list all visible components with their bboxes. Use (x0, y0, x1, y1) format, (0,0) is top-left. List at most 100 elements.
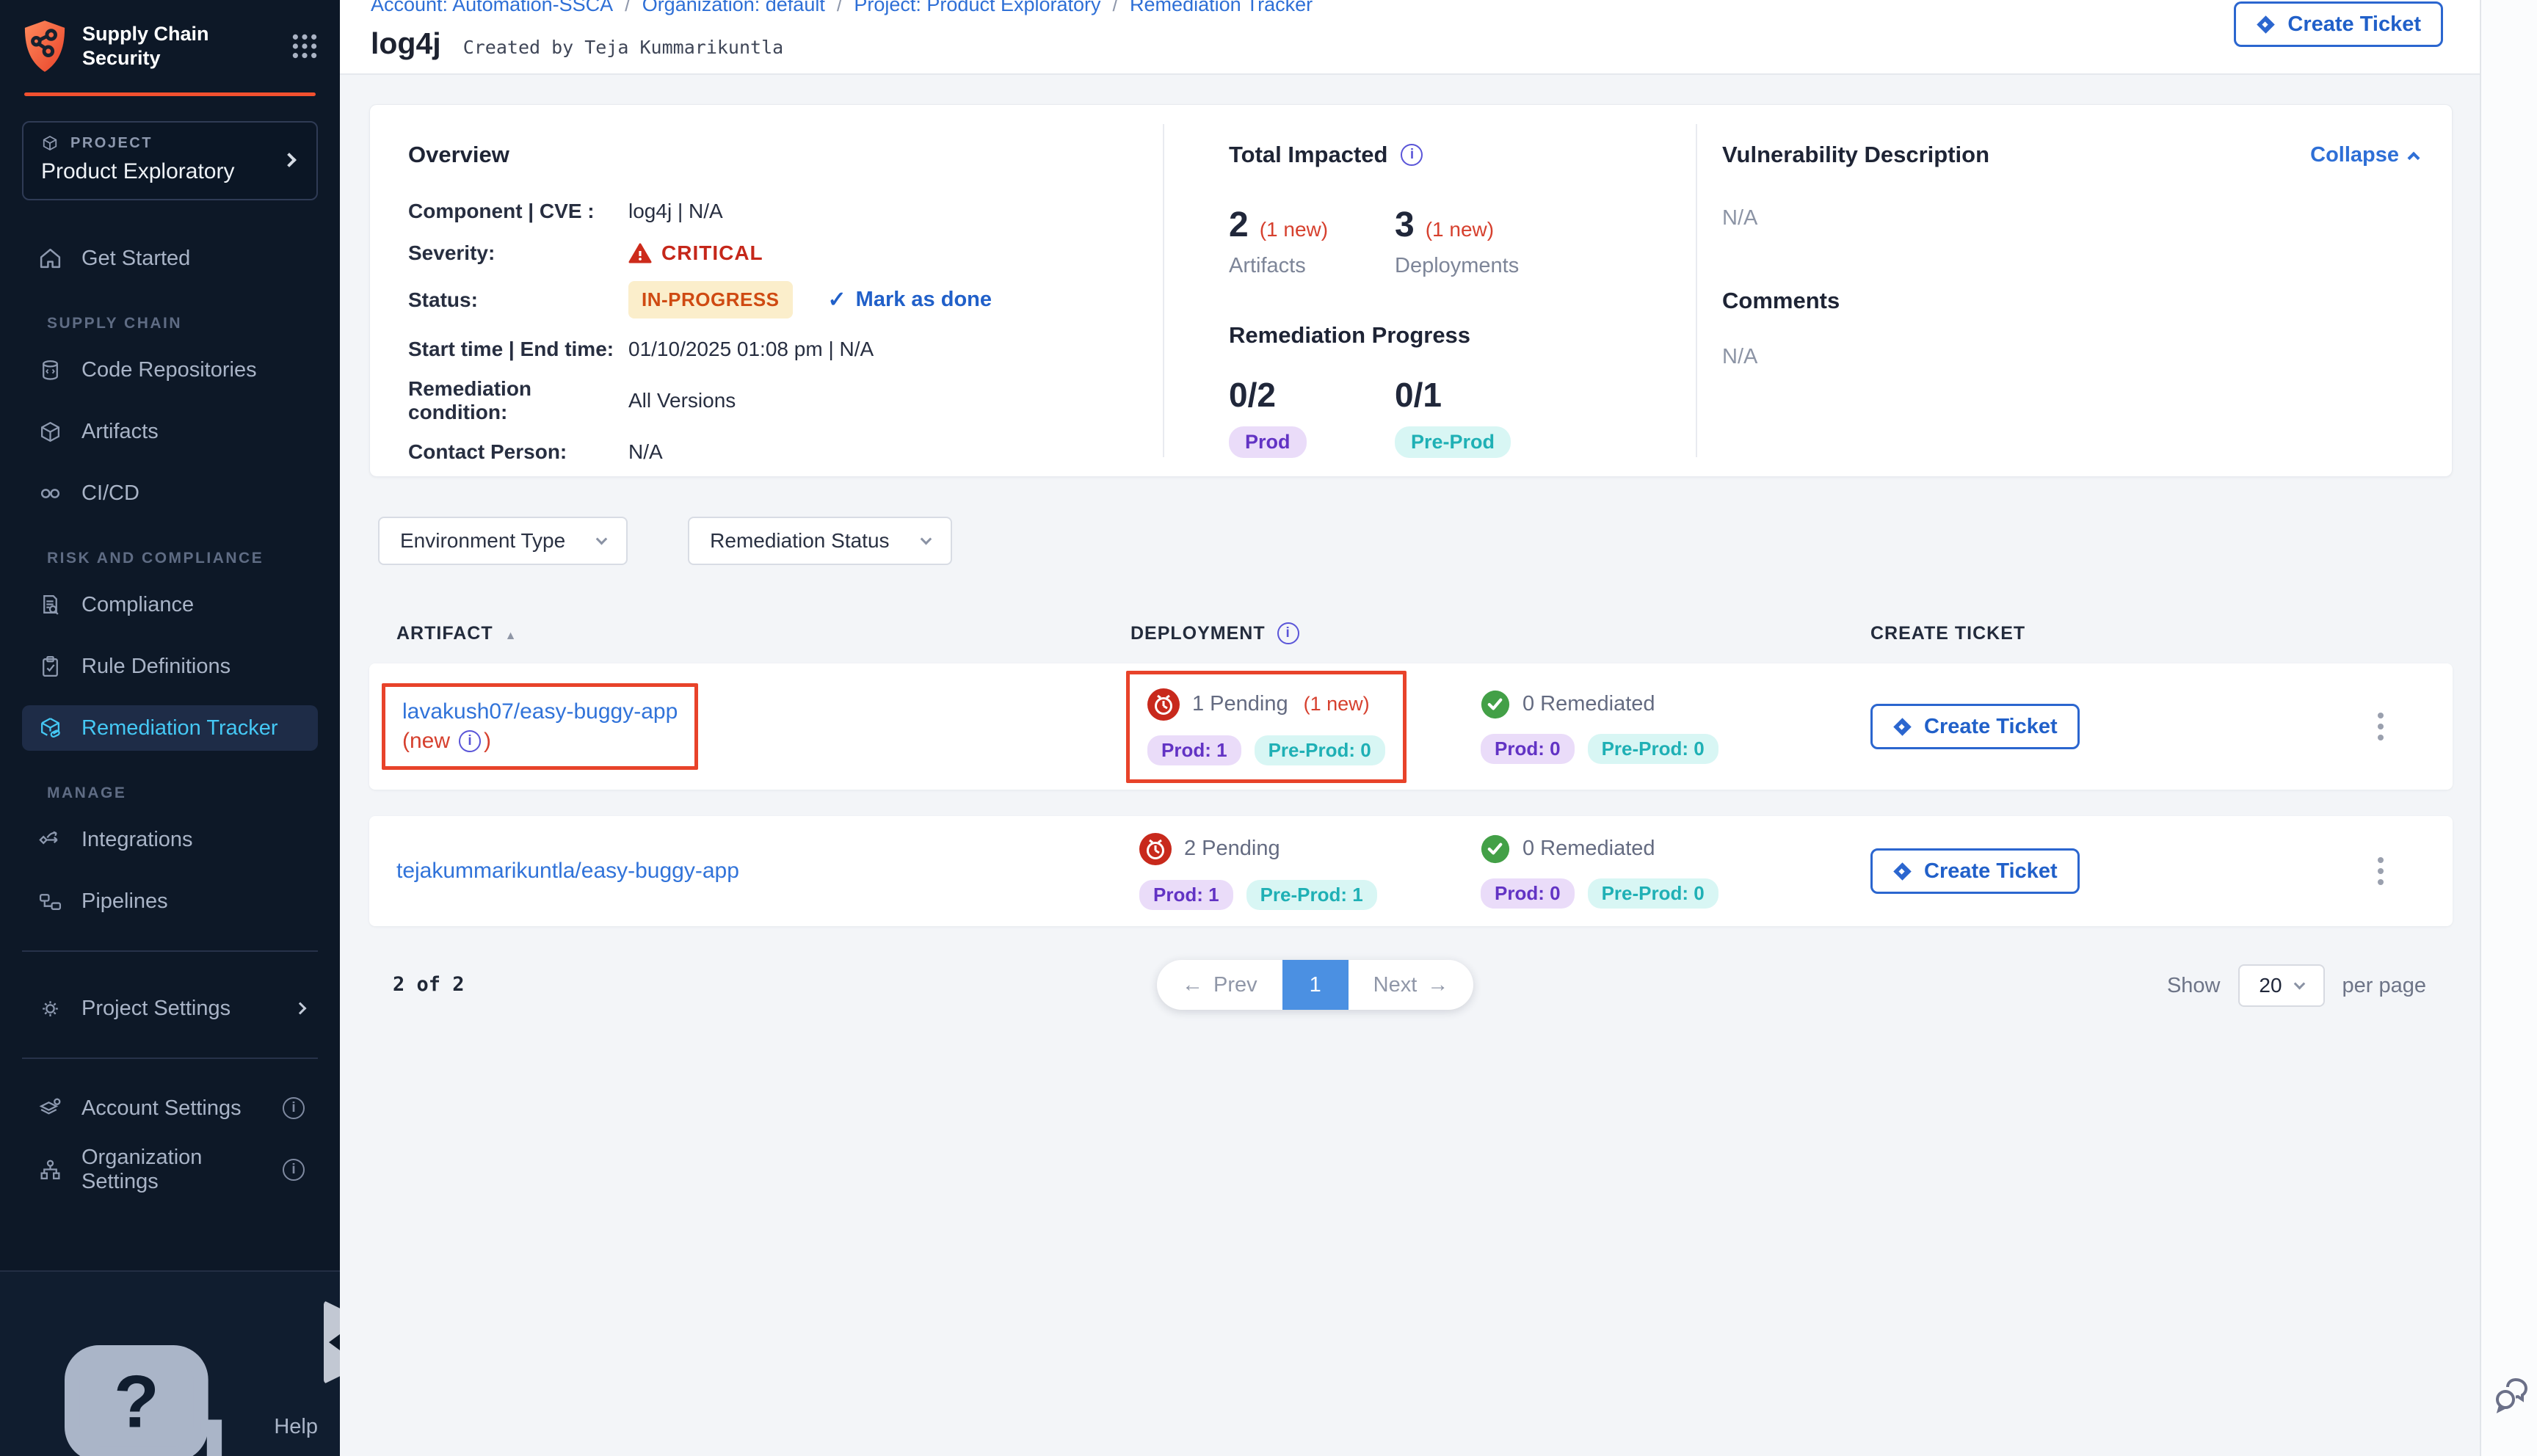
chevron-down-icon (920, 533, 932, 545)
remediated-count: 0 Remediated (1522, 692, 1655, 716)
table-body: lavakush07/easy-buggy-app (new ) (369, 663, 2453, 926)
breadcrumb-project[interactable]: Project: Product Exploratory (854, 0, 1100, 15)
artifact-column-header[interactable]: ARTIFACT (369, 623, 1130, 644)
sidebar-item-pipelines[interactable]: Pipelines (22, 878, 318, 924)
deployments-new-count: (1 new) (1426, 218, 1494, 241)
support-chat-icon[interactable] (2493, 1377, 2531, 1416)
breadcrumb-current[interactable]: Remediation Tracker (1130, 0, 1313, 15)
chevron-right-icon (294, 1002, 307, 1015)
deployments-count: 3 (1395, 205, 1415, 245)
help-button[interactable]: ? Help (38, 1319, 318, 1456)
pipeline-icon (38, 889, 62, 914)
breadcrumb: Account: Automation-SSCA/Organization: d… (371, 0, 1313, 16)
breadcrumb-account[interactable]: Account: Automation-SSCA (371, 0, 613, 15)
collapse-button[interactable]: Collapse (2310, 143, 2418, 167)
prod-progress-stat: 0/2 Prod (1229, 375, 1395, 458)
info-icon[interactable] (459, 730, 481, 752)
help-label: Help (274, 1415, 318, 1439)
info-icon[interactable] (283, 1159, 305, 1181)
vulnerability-description-title: Vulnerability Description (1722, 142, 1989, 168)
status-badge: IN-PROGRESS (628, 281, 793, 318)
page-size-select[interactable]: 20 (2238, 964, 2325, 1007)
create-ticket-column-header: CREATE TICKET (1870, 623, 2025, 644)
artifact-link[interactable]: lavakush07/easy-buggy-app (402, 699, 678, 724)
sidebar-item-account-settings[interactable]: Account Settings (22, 1085, 318, 1131)
sidebar-nav: Get Started SUPPLY CHAIN Code Repositori… (0, 236, 340, 1209)
sidebar-item-get-started[interactable]: Get Started (22, 236, 318, 281)
page-1-button[interactable]: 1 (1282, 960, 1349, 1010)
prod-count-badge: Prod: 0 (1481, 734, 1575, 764)
sidebar-item-rule-definitions[interactable]: Rule Definitions (22, 644, 318, 689)
chat-question-icon: ? (38, 1319, 255, 1456)
pending-count: 2 Pending (1184, 837, 1280, 861)
comments-value: N/A (1722, 345, 2418, 369)
sidebar-item-artifacts[interactable]: Artifacts (22, 409, 318, 454)
new-flag-open: (new (402, 729, 450, 754)
sidebar-item-project-settings[interactable]: Project Settings (22, 986, 318, 1031)
remediated-cell: 0 Remediated Prod: 0 Pre-Prod: 0 (1470, 690, 1870, 764)
row-menu-kebab-icon[interactable] (2370, 705, 2391, 748)
collapse-left-icon (329, 1334, 340, 1350)
artifact-link[interactable]: tejakummarikuntla/easy-buggy-app (396, 859, 739, 884)
artifacts-new-count: (1 new) (1260, 218, 1328, 241)
svg-text:?: ? (114, 1360, 159, 1444)
logo-row: Supply Chain Security (0, 0, 340, 87)
mark-as-done-button[interactable]: Mark as done (828, 287, 992, 313)
sidebar-collapse-handle[interactable] (324, 1300, 340, 1384)
info-icon[interactable] (1277, 622, 1299, 644)
severity-badge: CRITICAL (628, 241, 763, 265)
remediated-count: 0 Remediated (1522, 837, 1655, 861)
check-icon (828, 287, 846, 313)
sidebar-item-code-repositories[interactable]: Code Repositories (22, 347, 318, 393)
sidebar-item-organization-settings[interactable]: Organization Settings (22, 1147, 318, 1193)
ticket-cell: Create Ticket (1870, 704, 2453, 749)
document-search-icon (38, 593, 62, 617)
remediation-status-label: Remediation Status (710, 529, 889, 553)
sidebar-item-remediation-tracker[interactable]: Remediation Tracker (22, 705, 318, 751)
repository-icon (38, 358, 62, 382)
info-icon[interactable] (283, 1097, 305, 1119)
module-grid-icon[interactable] (290, 32, 319, 61)
prev-page-button[interactable]: Prev (1157, 960, 1282, 1010)
remediation-status-filter[interactable]: Remediation Status (688, 517, 951, 565)
info-icon[interactable] (1401, 144, 1423, 166)
collapse-label: Collapse (2310, 143, 2399, 167)
component-label: Component | CVE : (408, 200, 628, 223)
breadcrumb-organization[interactable]: Organization: default (642, 0, 825, 15)
artifact-cell: tejakummarikuntla/easy-buggy-app (369, 859, 1130, 884)
next-page-button[interactable]: Next (1349, 960, 1474, 1010)
create-ticket-button[interactable]: Create Ticket (1870, 704, 2080, 749)
chevron-down-icon (596, 533, 608, 545)
row-menu-kebab-icon[interactable] (2370, 850, 2391, 892)
clipboard-check-icon (38, 655, 62, 679)
sidebar-item-label: Rule Definitions (81, 655, 231, 679)
cube-icon (41, 134, 59, 152)
create-ticket-button[interactable]: Create Ticket (2234, 1, 2443, 47)
page-subtitle: Created by Teja Kummarikuntla (463, 37, 784, 58)
page-title: log4j (371, 26, 441, 61)
prod-progress-value: 0/2 (1229, 375, 1395, 415)
preprod-progress-value: 0/1 (1395, 375, 1561, 415)
chevron-up-icon (2408, 152, 2420, 164)
project-selector[interactable]: PROJECT Product Exploratory (22, 121, 318, 200)
layers-gear-icon (38, 1096, 62, 1121)
table-header: ARTIFACT DEPLOYMENT CREATE TICKET (369, 622, 2453, 644)
sidebar-item-integrations[interactable]: Integrations (22, 817, 318, 862)
scrollbar-rail[interactable] (2480, 0, 2537, 1456)
annotation-box-pending: 1 Pending (1 new) Prod: 1 Pre-Prod: 0 (1126, 671, 1407, 783)
deployment-column-header: DEPLOYMENT (1130, 622, 1870, 644)
remediated-cell: 0 Remediated Prod: 0 Pre-Prod: 0 (1470, 834, 1870, 909)
sidebar-divider (22, 1058, 318, 1059)
page-header: Account: Automation-SSCA/Organization: d… (340, 0, 2480, 75)
sidebar-item-compliance[interactable]: Compliance (22, 582, 318, 627)
mark-as-done-label: Mark as done (856, 288, 992, 312)
arrow-right-icon (1427, 973, 1448, 997)
create-ticket-button[interactable]: Create Ticket (1870, 848, 2080, 894)
impacted-artifacts-stat: 2 (1 new) Artifacts (1229, 205, 1395, 278)
contact-value: N/A (628, 440, 663, 464)
table-row: lavakush07/easy-buggy-app (new ) (369, 663, 2453, 790)
prod-count-badge: Prod: 0 (1481, 878, 1575, 909)
environment-type-filter[interactable]: Environment Type (378, 517, 628, 565)
sidebar-item-cicd[interactable]: CI/CD (22, 470, 318, 516)
sidebar-bottom: ? Help L Lavakush (0, 1270, 340, 1456)
